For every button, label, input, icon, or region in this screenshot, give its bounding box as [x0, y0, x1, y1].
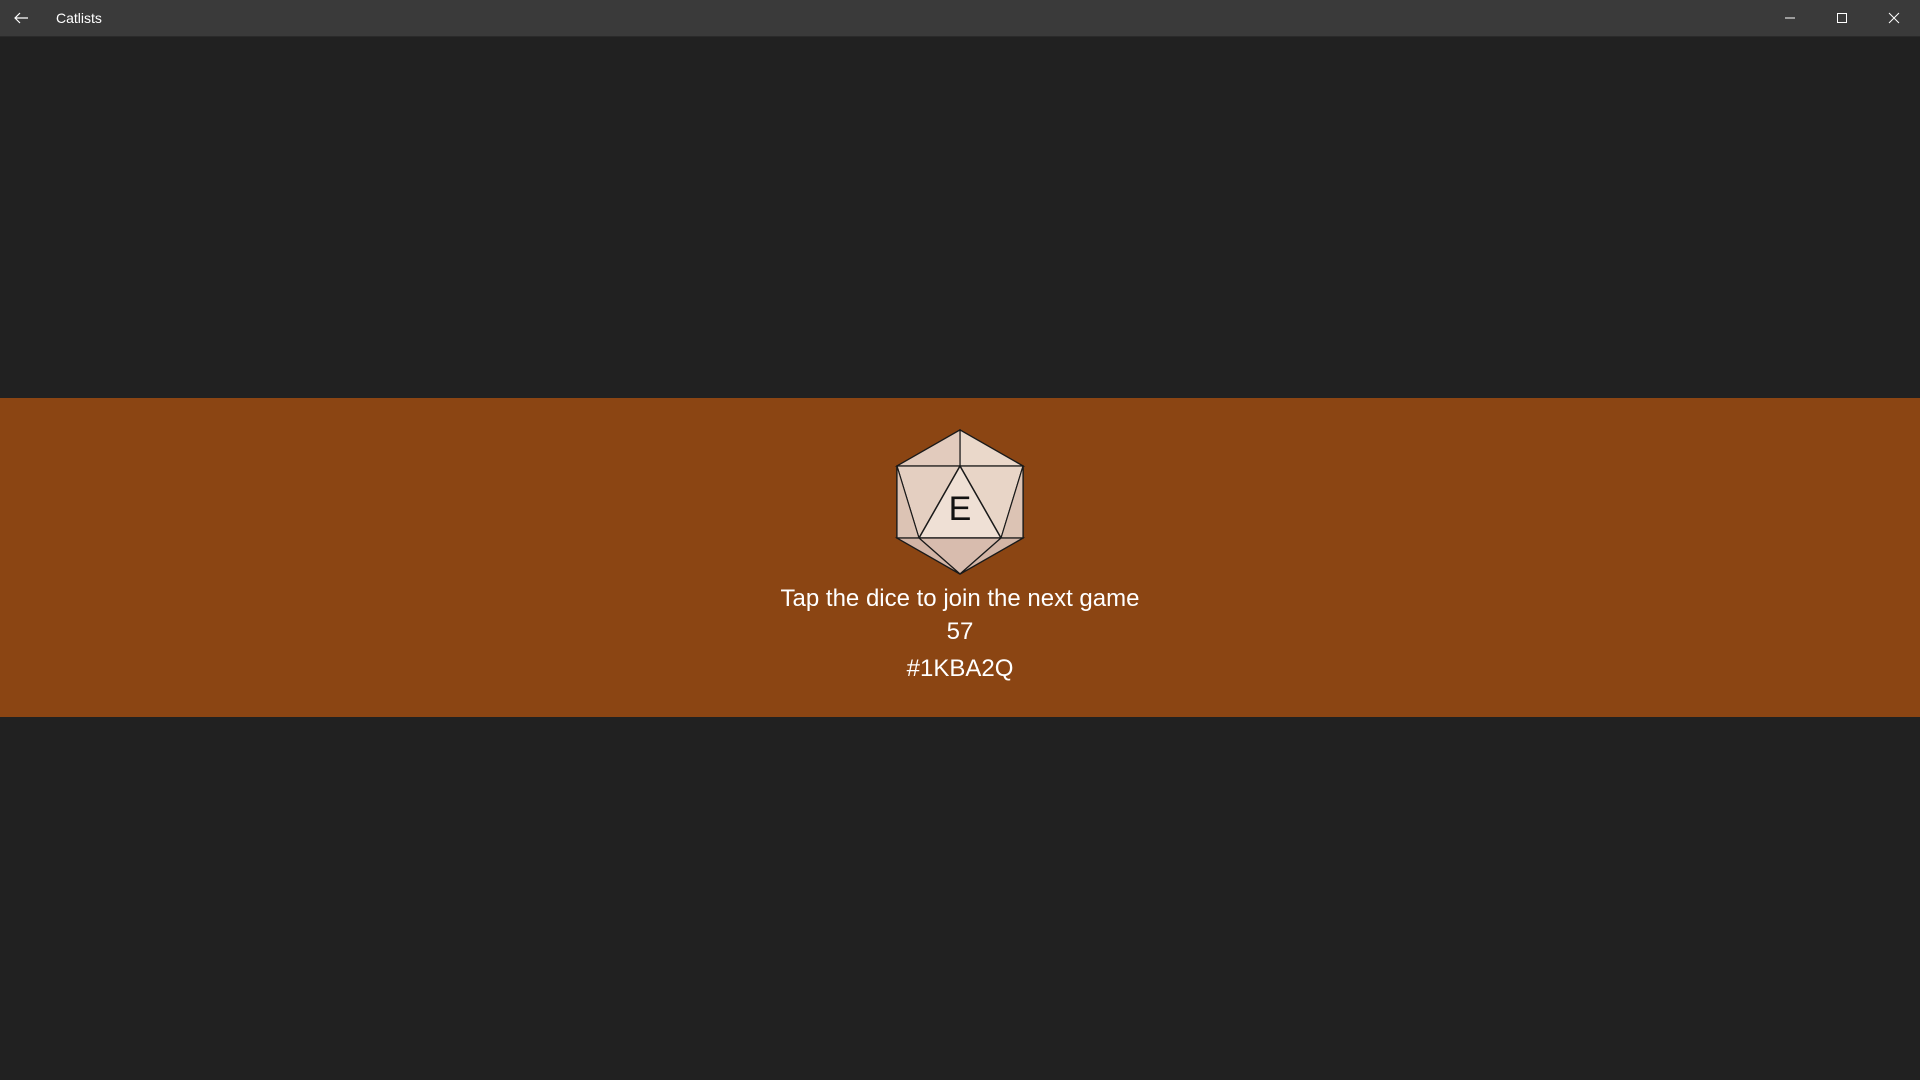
d20-dice-icon[interactable]: E [893, 427, 1027, 577]
back-arrow-icon [14, 12, 28, 24]
player-count: 57 [946, 618, 974, 645]
dice-letter: E [949, 490, 972, 528]
close-icon [1888, 12, 1900, 24]
caption-buttons [1764, 0, 1920, 36]
back-button[interactable] [0, 0, 42, 36]
minimize-icon [1785, 17, 1795, 19]
close-button[interactable] [1868, 0, 1920, 36]
join-prompt: Tap the dice to join the next game [780, 585, 1140, 612]
minimize-button[interactable] [1764, 0, 1816, 36]
app-title: Catlists [56, 10, 102, 26]
maximize-button[interactable] [1816, 0, 1868, 36]
game-code: #1KBA2Q [906, 655, 1014, 682]
maximize-icon [1837, 13, 1847, 23]
app-window: Catlists E Tap the dice to join the next… [0, 0, 1920, 1080]
title-bar: Catlists [0, 0, 1920, 37]
